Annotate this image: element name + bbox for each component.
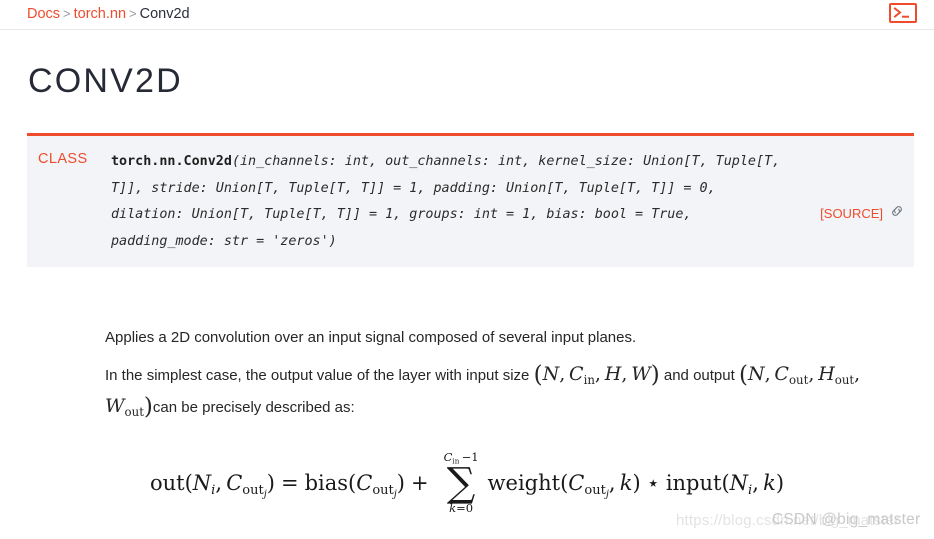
page-title: CONV2D <box>28 62 183 100</box>
source-link[interactable]: [SOURCE] <box>820 206 883 221</box>
class-signature-code: torch.nn.Conv2d(in_channels: int, out_ch… <box>111 149 784 255</box>
class-signature-block: CLASS torch.nn.Conv2d(in_channels: int, … <box>27 133 914 267</box>
equation-bias-term: bias(Coutj) <box>304 470 405 501</box>
breadcrumb-link-torch-nn[interactable]: torch.nn <box>74 6 126 22</box>
class-label: CLASS <box>38 151 88 167</box>
class-qualified-name: torch.nn.Conv2d <box>111 154 232 169</box>
source-link-group: [SOURCE] <box>820 203 905 224</box>
breadcrumb-separator: > <box>63 6 71 21</box>
summation-lower-limit: k=0 <box>449 500 474 515</box>
paragraph-middle-text: and output <box>663 367 735 384</box>
math-input-size: (N, Cin, H, W) <box>533 362 660 388</box>
watermark-csdn-label: CSDN @big_matster <box>772 511 921 528</box>
equation-input-term: input(Ni, k) <box>665 471 785 499</box>
sigma-icon: ∑ <box>446 459 476 506</box>
paragraph-applies: Applies a 2D convolution over an input s… <box>105 329 637 346</box>
equation-weight-term: weight(Coutj, k) <box>487 470 641 501</box>
signature-close-paren: ) <box>328 233 337 249</box>
breadcrumb: Docs > torch.nn > Conv2d <box>27 4 190 24</box>
signature-open-paren: ( <box>231 154 240 169</box>
link-icon[interactable] <box>889 203 905 224</box>
breadcrumb-separator: > <box>129 6 137 21</box>
breadcrumb-current-conv2d: Conv2d <box>139 6 190 22</box>
terminal-icon[interactable] <box>889 3 917 23</box>
description-body: Applies a 2D convolution over an input s… <box>105 322 905 429</box>
equation-equals: = <box>280 471 299 495</box>
paragraph-simplest-case: In the simplest case, the output value o… <box>105 359 905 423</box>
equation-out-function: out(Ni, Coutj) <box>149 470 275 501</box>
page-header: Docs > torch.nn > Conv2d <box>0 0 934 30</box>
equation-plus: + <box>411 471 429 495</box>
equation-summation: Cin −1 ∑ k=0 <box>444 451 479 515</box>
display-equation: out(Ni, Coutj) = bias(Coutj) + Cin −1 ∑ k=0… <box>0 451 934 515</box>
breadcrumb-link-docs[interactable]: Docs <box>27 6 60 22</box>
paragraph-tail-text: can be precisely described as: <box>152 399 355 416</box>
paragraph-lead-text: In the simplest case, the output value o… <box>105 367 530 384</box>
equation-star-operator: ⋆ <box>646 471 660 495</box>
